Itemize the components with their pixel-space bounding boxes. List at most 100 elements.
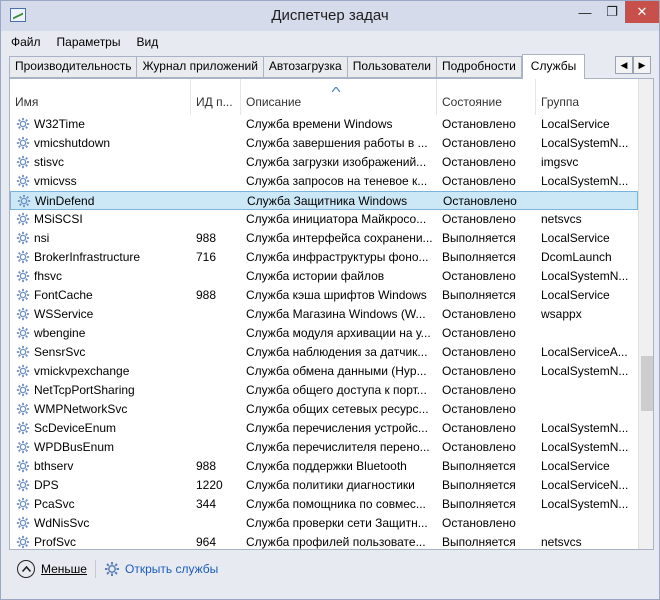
service-description: Служба инфраструктуры фоно... xyxy=(246,250,429,264)
table-row[interactable]: vmickvpexchange Служба обмена данными (Hy… xyxy=(10,362,638,381)
table-row[interactable]: nsi 988 Служба интерфейса сохранени... Выпо… xyxy=(10,229,638,248)
table-row[interactable]: WdNisSvc Служба проверки сети Защитн... Ос… xyxy=(10,514,638,533)
service-pid xyxy=(197,192,237,211)
table-row[interactable]: bthserv 988 Служба поддержки Bluetooth Выпо… xyxy=(10,457,638,476)
table-row[interactable]: W32Time Служба времени Windows Остановлено… xyxy=(10,115,638,134)
table-row[interactable]: BrokerInfrastructure 716 Служба инфраструк… xyxy=(10,248,638,267)
service-group xyxy=(541,400,636,419)
service-name: stisvc xyxy=(34,155,64,169)
chevron-up-icon xyxy=(17,560,35,578)
service-name: vmicvss xyxy=(34,174,77,188)
service-name-cell: PcaSvc xyxy=(16,495,191,514)
minimize-button[interactable]: — xyxy=(571,1,599,23)
service-pid xyxy=(196,305,236,324)
service-gear-icon xyxy=(16,307,30,324)
table-row[interactable]: SensrSvc Служба наблюдения за датчик... Ос… xyxy=(10,343,638,362)
service-description: Служба запросов на теневое к... xyxy=(246,174,428,188)
column-header-name[interactable]: Имя xyxy=(10,79,191,115)
service-group: LocalService xyxy=(541,117,610,131)
table-row[interactable]: DPS 1220 Служба политики диагностики Выполн… xyxy=(10,476,638,495)
service-state: Остановлено xyxy=(442,421,516,435)
tab-scroll-left-button[interactable]: ◀ xyxy=(615,56,633,74)
column-header-pid[interactable]: ИД п... xyxy=(191,79,241,115)
service-state: Остановлено xyxy=(442,440,516,454)
menu-file[interactable]: Файл xyxy=(9,35,43,49)
tab-performance[interactable]: Производительность xyxy=(9,56,137,78)
service-pid xyxy=(196,134,236,153)
sort-ascending-icon xyxy=(332,87,340,92)
column-header-group[interactable]: Группа xyxy=(536,79,638,115)
table-row[interactable]: WMPNetworkSvc Служба общих сетевых ресурс… xyxy=(10,400,638,419)
service-name: NetTcpPortSharing xyxy=(34,383,135,397)
service-group: LocalService xyxy=(541,459,610,473)
close-button[interactable]: ✕ xyxy=(625,1,659,23)
table-row[interactable]: NetTcpPortSharing Служба общего доступа к… xyxy=(10,381,638,400)
service-state: Остановлено xyxy=(442,364,516,378)
scrollbar-thumb[interactable] xyxy=(641,356,653,411)
service-state: Остановлено xyxy=(442,136,516,150)
service-state: Остановлено xyxy=(442,345,516,359)
column-header-state[interactable]: Состояние xyxy=(437,79,536,115)
menu-options[interactable]: Параметры xyxy=(55,35,123,49)
table-row[interactable]: vmicvss Служба запросов на теневое к... Ос… xyxy=(10,172,638,191)
fewer-details-button[interactable]: Меньше xyxy=(17,560,87,578)
table-row[interactable]: wbengine Служба модуля архивации на у... О… xyxy=(10,324,638,343)
table-row[interactable]: ProfSvc 964 Служба профилей пользовате... В… xyxy=(10,533,638,549)
service-group: LocalSystemN... xyxy=(541,421,629,435)
table-row-selected[interactable]: WinDefend Служба Защитника Windows Останов… xyxy=(10,191,638,210)
open-services-label: Открыть службы xyxy=(124,562,219,576)
service-name: ProfSvc xyxy=(34,535,77,549)
column-header-description[interactable]: Описание xyxy=(241,79,437,115)
maximize-button[interactable]: ❐ xyxy=(599,1,625,23)
service-description: Служба проверки сети Защитн... xyxy=(246,516,428,530)
tab-details[interactable]: Подробности xyxy=(436,56,522,78)
service-group: LocalSystemN... xyxy=(541,497,629,511)
tab-services[interactable]: Службы xyxy=(521,54,586,79)
service-name: fhsvc xyxy=(34,269,63,283)
service-group xyxy=(541,381,636,400)
service-state: Остановлено xyxy=(442,212,516,226)
menu-view[interactable]: Вид xyxy=(134,35,160,49)
tab-users[interactable]: Пользователи xyxy=(346,56,437,78)
vertical-scrollbar[interactable] xyxy=(638,79,653,549)
tab-strip: Производительность Журнал приложений Авт… xyxy=(9,54,586,79)
service-gear-icon xyxy=(16,250,30,267)
open-services-link[interactable]: Открыть службы xyxy=(104,561,218,577)
title-bar[interactable]: Диспетчер задач — ❐ ✕ xyxy=(1,1,659,31)
service-group: LocalSystemN... xyxy=(541,269,629,283)
table-row[interactable]: WPDBusEnum Служба перечислителя перено...… xyxy=(10,438,638,457)
tab-startup[interactable]: Автозагрузка xyxy=(262,56,347,78)
service-group xyxy=(541,514,636,533)
table-row[interactable]: PcaSvc 344 Служба помощника по совмес... Вы… xyxy=(10,495,638,514)
service-name: W32Time xyxy=(34,117,85,131)
table-row[interactable]: WSService Служба Магазина Windows (W... Ос… xyxy=(10,305,638,324)
table-row[interactable]: ScDeviceEnum Служба перечисления устройс.… xyxy=(10,419,638,438)
service-gear-icon xyxy=(16,345,30,362)
table-row[interactable]: stisvc Служба загрузки изображений... Оста… xyxy=(10,153,638,172)
table-row[interactable]: FontCache 988 Служба кэша шрифтов Windows В… xyxy=(10,286,638,305)
table-row[interactable]: vmicshutdown Служба завершения работы в .… xyxy=(10,134,638,153)
service-name: wbengine xyxy=(34,326,86,340)
service-description: Служба перечисления устройс... xyxy=(246,421,428,435)
service-group xyxy=(542,192,637,211)
tab-scroll-right-button[interactable]: ▶ xyxy=(633,56,651,74)
table-row[interactable]: MSiSCSI Служба инициатора Майкросо... Оста… xyxy=(10,210,638,229)
service-name-cell: bthserv xyxy=(16,457,191,476)
service-name-cell: wbengine xyxy=(16,324,191,343)
service-state: Остановлено xyxy=(442,117,516,131)
service-pid xyxy=(196,381,236,400)
service-name-cell: W32Time xyxy=(16,115,191,134)
service-gear-icon xyxy=(16,516,30,533)
service-name-cell: fhsvc xyxy=(16,267,191,286)
service-gear-icon xyxy=(16,478,30,495)
service-gear-icon xyxy=(16,383,30,400)
service-group: imgsvc xyxy=(541,155,579,169)
service-group: LocalService xyxy=(541,288,610,302)
tab-app-history[interactable]: Журнал приложений xyxy=(136,56,263,78)
service-gear-icon xyxy=(16,288,30,305)
service-state: Остановлено xyxy=(442,516,516,530)
service-name-cell: SensrSvc xyxy=(16,343,191,362)
table-row[interactable]: fhsvc Служба истории файлов Остановлено Loc… xyxy=(10,267,638,286)
service-description: Служба времени Windows xyxy=(246,117,393,131)
service-description: Служба профилей пользовате... xyxy=(246,535,426,549)
